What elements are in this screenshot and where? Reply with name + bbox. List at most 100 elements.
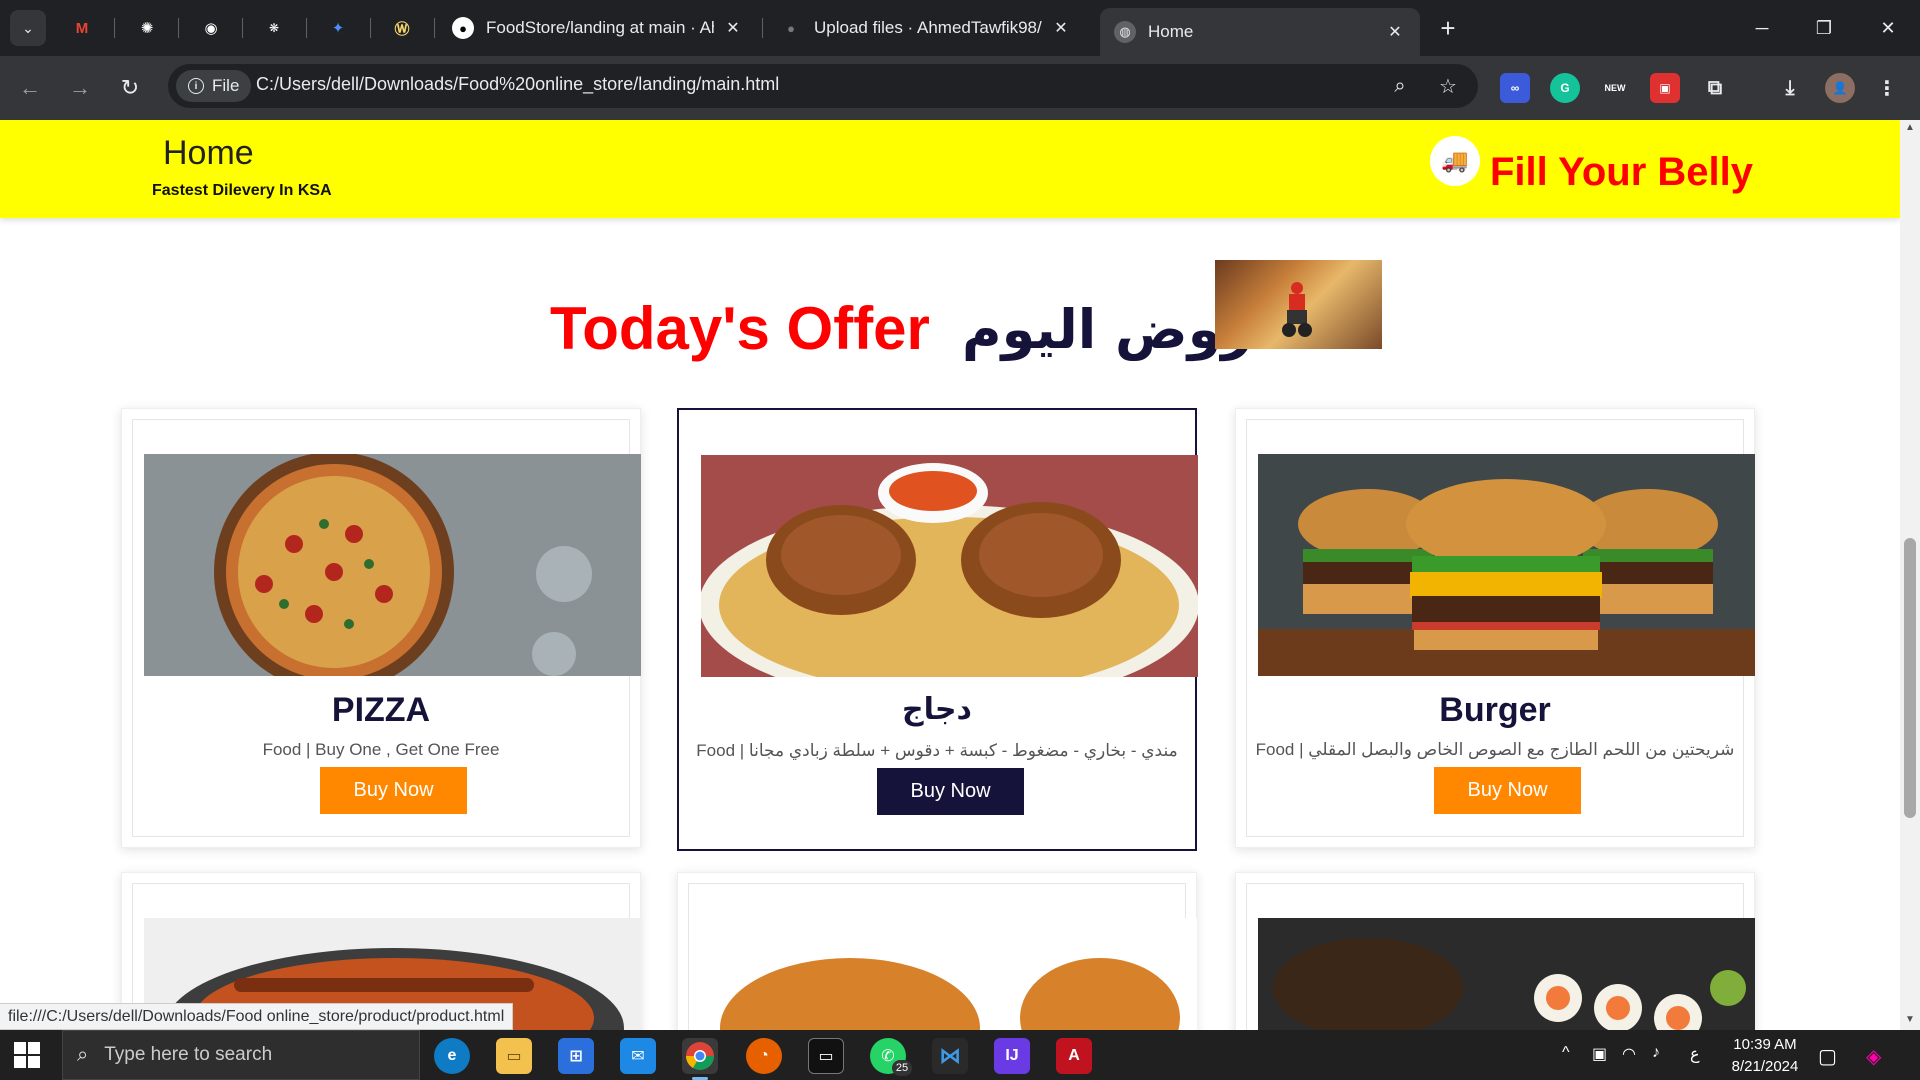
taskbar-search-box[interactable]: ⌕ Type here to search [62,1030,420,1080]
search-placeholder: Type here to search [104,1044,273,1065]
extension-red-icon[interactable]: ▣ [1650,73,1680,103]
store-icon[interactable]: ⊞ [558,1038,594,1074]
tab-separator [370,18,371,38]
edge-icon[interactable]: e [434,1038,470,1074]
gemini-tab-icon[interactable]: ✦ [324,14,352,42]
tab-foodstore-github[interactable]: ● FoodStore/landing at main · AhmedTawfi… [438,8,758,48]
site-info-chip[interactable]: i File [176,70,252,102]
forward-button[interactable]: → [64,72,96,104]
tab-title: FoodStore/landing at main · AhmedTawfik9… [486,18,714,37]
extension-infinity-icon[interactable]: ∞ [1500,73,1530,103]
product-card-sushi[interactable] [1235,872,1755,1030]
header-title[interactable]: Home [163,134,254,173]
webpage: Home Fastest Dilevery In KSA 🚚 Fill Your… [0,120,1900,1030]
chrome-logo [686,1042,714,1070]
chatgpt-tab-icon[interactable]: ✺ [133,14,161,42]
github-icon: ● [780,17,802,39]
chicken-image[interactable] [701,455,1198,677]
clock[interactable]: 10:39 AM 8/21/2024 [1725,1034,1805,1078]
extension-new-icon[interactable]: NEW [1600,73,1630,103]
page-scrollbar[interactable]: ▲ ▼ [1900,120,1920,1030]
profile-avatar[interactable]: 👤 [1825,73,1855,103]
tab-home[interactable]: ◍ Home ✕ [1100,8,1420,56]
sushi-image[interactable] [1258,918,1755,1030]
meet-now-icon[interactable]: ▣ [1592,1044,1607,1064]
tab-upload-files[interactable]: ● Upload files · AhmedTawfik98/FoodStore… [766,8,1086,48]
restore-button[interactable]: ❐ [1804,12,1844,44]
close-icon[interactable]: ✕ [722,18,744,38]
firefox-icon[interactable]: ◔ [746,1038,782,1074]
wifi-icon[interactable]: ◠ [1622,1044,1636,1064]
tab-separator [762,18,763,38]
delivery-truck-icon: 🚚 [1430,136,1480,186]
tab-separator [178,18,179,38]
scroll-down-icon[interactable]: ▼ [1904,1014,1916,1028]
product-card-burger[interactable]: Burger Food | شريحتين من اللحم الطازج مع… [1235,408,1755,848]
pizza-image[interactable] [144,454,641,676]
buy-now-button[interactable]: Buy Now [877,768,1024,815]
url-text[interactable]: C:/Users/dell/Downloads/Food%20online_st… [256,74,779,95]
tab-separator [434,18,435,38]
browser-toolbar: ← → ↻ i File C:/Users/dell/Downloads/Foo… [0,56,1920,120]
intellij-icon[interactable]: IJ [994,1038,1030,1074]
menu-kebab-icon[interactable]: ⋮ [1872,73,1902,103]
product-description: Food | مندي - بخاري - مضغوط - كبسة + دقو… [696,741,1178,760]
header-subtitle: Fastest Dilevery In KSA [152,182,332,199]
tray-overflow-icon[interactable]: ^ [1562,1044,1570,1062]
copilot-icon[interactable]: ◈ [1866,1044,1881,1069]
zoom-icon[interactable]: ⌕ [1388,74,1412,98]
back-button[interactable]: ← [14,72,46,104]
chrome-icon[interactable] [682,1038,718,1080]
info-icon: i [188,78,204,94]
delivery-rider-image [1215,260,1382,349]
chip-label: File [212,76,240,95]
scrollbar-thumb[interactable] [1904,538,1916,818]
close-window-button[interactable]: ✕ [1868,12,1908,44]
bookmark-star-icon[interactable]: ☆ [1436,74,1460,98]
github-icon: ● [452,17,474,39]
product-description: Food | Buy One , Get One Free [262,740,500,759]
gmail-tab-icon[interactable]: M [68,14,96,42]
mail-icon[interactable]: ✉ [620,1038,656,1074]
clock-date: 8/21/2024 [1731,1058,1799,1075]
globe-icon: ◍ [1114,21,1136,43]
reload-button[interactable]: ↻ [114,72,146,104]
language-indicator[interactable]: ع [1690,1044,1700,1064]
offer-title: Today's Offer [550,295,930,362]
status-bar-url: file:///C:/Users/dell/Downloads/Food onl… [0,1003,514,1030]
extensions-puzzle-icon[interactable]: ⧉ [1700,73,1730,103]
close-icon[interactable]: ✕ [1384,22,1406,42]
volume-icon[interactable]: ♪ [1652,1044,1660,1062]
site-tab-icon[interactable]: Ⓦ [388,14,416,42]
whatsapp-unread-badge: 25 [892,1060,912,1076]
product-card-fried-chicken[interactable] [677,872,1197,1030]
minimize-button[interactable]: ─ [1742,12,1782,44]
tab-search-button[interactable]: ⌄ [10,10,46,46]
perplexity-tab-icon[interactable]: ❋ [260,14,288,42]
fried-chicken-image[interactable] [700,918,1197,1030]
download-icon[interactable]: ⤓ [1775,73,1805,103]
windows-taskbar: ⌕ Type here to search e ▭ ⊞ ✉ ◔ ▭ ✆ 25 ⋈… [0,1030,1920,1080]
grammarly-icon[interactable]: G [1550,73,1580,103]
buy-now-button[interactable]: Buy Now [1434,767,1581,814]
product-card-chicken[interactable]: دجاج Food | مندي - بخاري - مضغوط - كبسة … [677,408,1198,851]
windows-start-icon[interactable] [14,1042,40,1068]
terminal-icon[interactable]: ▭ [808,1038,844,1074]
scroll-up-icon[interactable]: ▲ [1904,122,1916,136]
burger-image[interactable] [1258,454,1755,676]
acrobat-icon[interactable]: A [1056,1038,1092,1074]
product-name: Burger [1439,691,1551,729]
product-description: Food | شريحتين من اللحم الطازج مع الصوص … [1255,740,1735,759]
tab-title: Home [1148,22,1194,41]
address-bar[interactable]: i File C:/Users/dell/Downloads/Food%20on… [168,64,1478,108]
buy-now-button[interactable]: Buy Now [320,767,467,814]
file-explorer-icon[interactable]: ▭ [496,1038,532,1074]
bot-tab-icon[interactable]: ◉ [197,14,225,42]
close-icon[interactable]: ✕ [1050,18,1072,38]
header-slogan: Fill Your Belly [1490,150,1754,194]
product-card-pizza[interactable]: PIZZA Food | Buy One , Get One Free Buy … [121,408,641,848]
notification-icon[interactable]: ▢ [1818,1044,1837,1069]
vscode-icon[interactable]: ⋈ [932,1038,968,1074]
product-name: دجاج [902,692,972,727]
new-tab-button[interactable]: + [1432,12,1464,44]
